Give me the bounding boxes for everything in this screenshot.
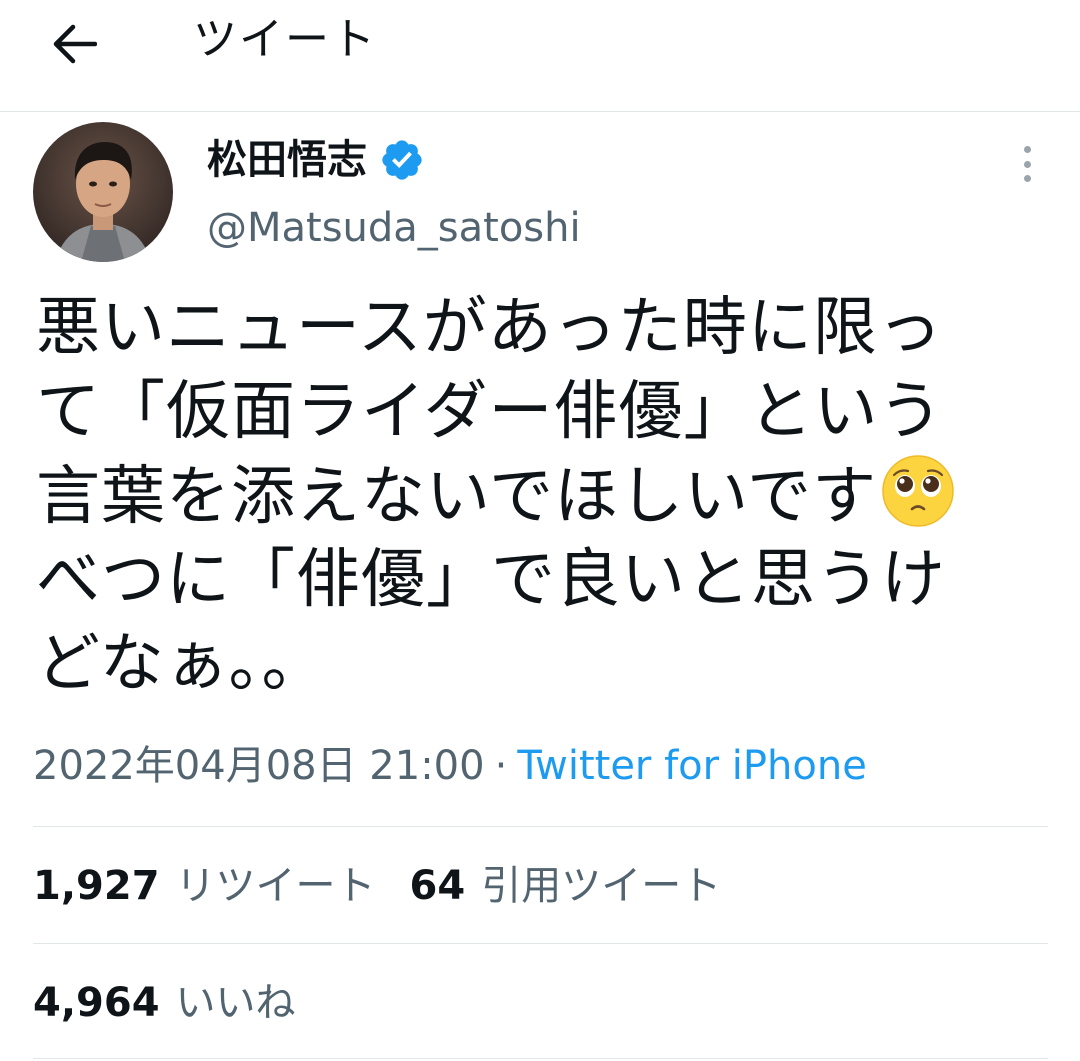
avatar[interactable] <box>33 122 173 262</box>
divider <box>33 943 1048 944</box>
dot <box>1023 160 1031 168</box>
likes-stat[interactable]: 4,964 いいね <box>33 975 296 1031</box>
divider <box>33 1058 1048 1059</box>
tweet-line-with-emoji: 言葉を添えないでほしいです <box>36 454 1046 538</box>
tweet-line: 悪いニュースがあった時に限っ <box>36 291 943 365</box>
retweets-stat[interactable]: 1,927 リツイート <box>33 858 376 914</box>
retweets-label: リツイート <box>175 863 376 909</box>
tweet-line-text: 言葉を添えないでほしいです <box>36 460 878 534</box>
back-button[interactable] <box>44 14 104 74</box>
timestamp[interactable]: 2022年04月08日 21:00 <box>33 743 485 789</box>
tweet-line: て「仮面ライダー俳優」という <box>36 375 944 449</box>
pleading-face-emoji-icon <box>882 455 954 527</box>
author-name-row[interactable]: 松田悟志 <box>207 134 425 186</box>
arrow-left-icon <box>53 24 97 64</box>
quotes-count: 64 <box>409 863 466 909</box>
meta-separator: · <box>494 743 508 789</box>
more-options-button[interactable] <box>1012 142 1042 186</box>
username-handle[interactable]: @Matsuda_satoshi <box>207 200 581 256</box>
page-title: ツイート <box>193 14 377 65</box>
quotes-label: 引用ツイート <box>481 863 722 909</box>
tweet-text: 悪いニュースがあった時に限っ て「仮面ライダー俳優」という 言葉を添えないでほし… <box>36 286 1046 706</box>
likes-count: 4,964 <box>33 980 160 1026</box>
tweet-meta: 2022年04月08日 21:00 · Twitter for iPhone <box>33 738 867 794</box>
tweet-line: べつに「俳優」で良いと思うけ <box>36 543 946 617</box>
dot <box>1023 175 1031 182</box>
dot <box>1023 146 1031 153</box>
tweet-line: どなぁ。。 <box>36 627 327 701</box>
likes-label: いいね <box>175 980 296 1026</box>
top-bar: ツイート <box>0 0 1080 112</box>
quotes-stat[interactable]: 64 引用ツイート <box>410 858 722 914</box>
display-name[interactable]: 松田悟志 <box>207 134 367 186</box>
source-link[interactable]: Twitter for iPhone <box>517 743 867 789</box>
likes-stats-row: 4,964 いいね <box>33 975 330 1031</box>
divider <box>33 826 1048 827</box>
retweets-count: 1,927 <box>33 863 160 909</box>
verified-badge-icon <box>382 140 422 180</box>
retweet-stats-row: 1,927 リツイート 64 引用ツイート <box>33 858 755 914</box>
